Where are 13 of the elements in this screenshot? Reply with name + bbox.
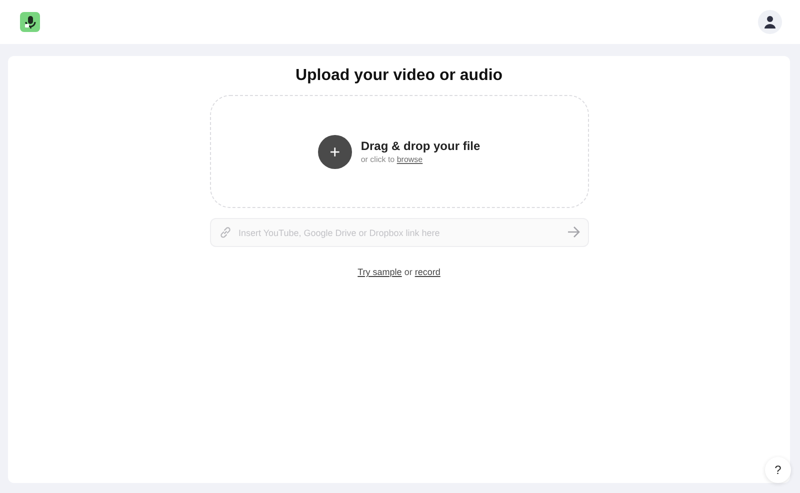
dropzone-hint: or click to browse xyxy=(360,155,424,164)
page-title: Upload your video or audio xyxy=(295,67,503,85)
dropzone-heading: Drag & drop your file xyxy=(360,139,480,153)
link-input-field[interactable]: Insert YouTube, Google Drive or Dropbox link here xyxy=(210,218,588,247)
user-icon xyxy=(763,15,777,29)
microphone-logo-icon[interactable] xyxy=(20,12,40,32)
browse-link[interactable]: browse xyxy=(396,155,423,164)
option-link[interactable]: record xyxy=(414,267,440,277)
add-file-button[interactable]: + xyxy=(318,134,352,168)
alternatives-text: Try sample or record xyxy=(358,267,440,277)
dropzone[interactable]: + Drag & drop your file or click to browse xyxy=(210,95,588,208)
user-avatar-button[interactable] xyxy=(758,10,782,34)
option-link[interactable]: Try sample xyxy=(358,267,402,277)
